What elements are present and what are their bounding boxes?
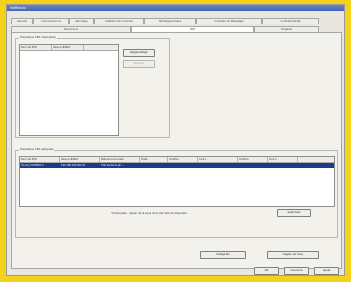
devices-available-group: Dispositius XML disponibles Nom del NTR … bbox=[15, 36, 170, 138]
devices-assigned-list[interactable]: Nom del NTR Adreça IP/MAC Mètode de truc… bbox=[19, 156, 335, 207]
cell-code-1 bbox=[198, 163, 238, 168]
cell-codec-1 bbox=[168, 163, 198, 168]
col-ip-mac[interactable]: Adreça IP/MAC bbox=[60, 157, 100, 162]
cell-ip-mac: 192.168.100.201.01 bbox=[61, 164, 86, 167]
tab-rates-permissions[interactable]: Tarifes/permissos bbox=[144, 18, 196, 24]
col-codec-2[interactable]: Codifica bbox=[238, 157, 268, 162]
col-codec-1[interactable]: Codifica bbox=[168, 157, 198, 162]
tab-general[interactable]: General bbox=[11, 18, 33, 24]
col-prefix[interactable]: Prefix bbox=[140, 157, 168, 162]
col-code-2[interactable]: Codi 2 bbox=[268, 157, 298, 162]
tab-marking[interactable]: Marcatge bbox=[69, 18, 94, 24]
devices-assigned-label: Dispositius XML assignats bbox=[19, 148, 55, 151]
tab-message-accounts[interactable]: Comptes de Missatges bbox=[196, 18, 262, 24]
delete-device-button[interactable]: Suprimeix bbox=[277, 209, 311, 217]
devices-available-header: Nom del NTR Adreça IP/MAC bbox=[20, 45, 118, 51]
tab-confidentiality[interactable]: Confidentialitat bbox=[262, 18, 319, 24]
tab-content-panel: Dispositius XML disponibles Nom del NTR … bbox=[11, 32, 342, 269]
devices-available-label: Dispositius XML disponibles bbox=[19, 36, 57, 39]
table-row[interactable]: TG-ALI_XYZCB02-2 192.168.100.201.01 TOA … bbox=[20, 163, 334, 168]
cancel-button[interactable]: Cancel·la bbox=[284, 267, 309, 275]
add-device-button[interactable]: Afegeix/afegir bbox=[123, 49, 155, 57]
tab-communications[interactable]: Comunicacions bbox=[33, 18, 69, 24]
cell-call-method: TOA bsc/tone ptr ... bbox=[101, 164, 125, 167]
col-call-method[interactable]: Mètode de trucada bbox=[100, 157, 140, 162]
col-ip-mac[interactable]: Adreça IP/MAC bbox=[52, 45, 84, 50]
cell-code-2 bbox=[268, 163, 298, 168]
window-title: Indfinacio bbox=[7, 5, 344, 11]
devices-available-list[interactable]: Nom del NTR Adreça IP/MAC bbox=[19, 44, 119, 136]
import-button[interactable]: Imatge Nu bbox=[200, 251, 246, 259]
remove-device-button[interactable]: Eliminar bbox=[123, 60, 155, 68]
help-button[interactable]: Ajuda bbox=[314, 267, 339, 275]
tab-row-primary: General Comunicacions Marcatge Catàlech … bbox=[11, 18, 319, 24]
assigned-note: *Ordenades - depèn de la seva línia marc… bbox=[111, 212, 187, 215]
settings-window: Indfinacio General Comunicacions Marcatg… bbox=[6, 4, 345, 276]
col-ntr-name[interactable]: Nom del NTR bbox=[20, 45, 52, 50]
cell-prefix bbox=[140, 163, 168, 168]
ok-button[interactable]: OK bbox=[254, 267, 279, 275]
tab-number-catalog[interactable]: Catàlech de nombres bbox=[94, 18, 144, 24]
col-code-1[interactable]: Codi 1 bbox=[198, 157, 238, 162]
cell-ntr-name: TG-ALI_XYZCB02-2 bbox=[21, 164, 44, 167]
cell-codec-2 bbox=[238, 163, 268, 168]
col-ntr-name[interactable]: Nom del NTR bbox=[20, 157, 60, 162]
devices-assigned-group: Dispositius XML assignats Nom del NTR Ad… bbox=[15, 148, 338, 238]
export-button[interactable]: Llegeix de maq. bbox=[267, 251, 319, 259]
